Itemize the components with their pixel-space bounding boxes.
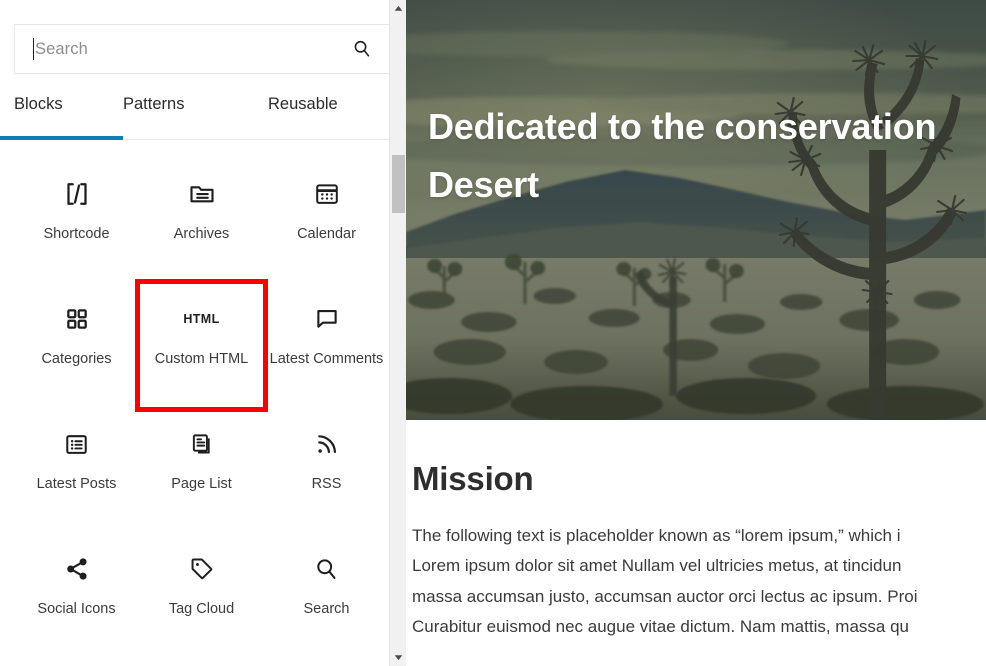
block-item-archives[interactable]: Archives — [139, 158, 264, 283]
section-paragraph[interactable]: The following text is placeholder known … — [409, 521, 986, 642]
block-inserter-panel: Search Blocks Patterns Reusable — [0, 0, 406, 666]
block-label: RSS — [312, 474, 342, 495]
scroll-up-arrow[interactable] — [390, 0, 406, 17]
block-item-rss[interactable]: RSS — [264, 408, 389, 533]
block-label: Custom HTML — [155, 349, 248, 370]
block-label: Tag Cloud — [169, 599, 234, 620]
tag-icon — [188, 547, 216, 591]
tab-blocks[interactable]: Blocks — [0, 96, 123, 140]
search-icon[interactable] — [345, 32, 379, 66]
list-icon — [63, 422, 90, 466]
block-label: Page List — [171, 474, 231, 495]
block-label: Shortcode — [43, 224, 109, 245]
search-icon — [313, 547, 340, 591]
shortcode-icon — [62, 172, 92, 216]
inserter-scrollbar[interactable] — [389, 0, 406, 666]
tab-reusable[interactable]: Reusable — [268, 96, 406, 140]
inserter-tabs: Blocks Patterns Reusable — [0, 96, 406, 140]
hero-cover-block[interactable]: Dedicated to the conservation Desert — [406, 0, 986, 420]
search-placeholder: Search — [35, 41, 345, 58]
hero-heading[interactable]: Dedicated to the conservation Desert — [428, 98, 986, 215]
block-editor-screen: Search Blocks Patterns Reusable — [0, 0, 986, 666]
block-item-custom-html[interactable]: HTML Custom HTML — [139, 283, 264, 408]
content-area: Mission The following text is placeholde… — [406, 420, 986, 642]
block-label: Archives — [174, 224, 230, 245]
search-section: Search — [0, 0, 406, 74]
block-item-calendar[interactable]: Calendar — [264, 158, 389, 283]
block-item-latest-posts[interactable]: Latest Posts — [14, 408, 139, 533]
active-tab-indicator — [0, 136, 123, 140]
block-item-page-list[interactable]: Page List — [139, 408, 264, 533]
categories-icon — [64, 297, 90, 341]
text-caret — [33, 38, 34, 60]
pages-icon — [188, 422, 215, 466]
archives-icon — [187, 172, 217, 216]
calendar-icon — [313, 172, 341, 216]
block-label: Calendar — [297, 224, 356, 245]
html-icon-text: HTML — [183, 312, 219, 326]
rss-icon — [313, 422, 341, 466]
section-heading[interactable]: Mission — [409, 462, 986, 495]
block-label: Latest Comments — [270, 349, 384, 370]
block-grid: Shortcode Archives — [0, 158, 406, 658]
tab-patterns[interactable]: Patterns — [123, 96, 268, 140]
html-icon: HTML — [183, 297, 219, 341]
scroll-down-arrow[interactable] — [390, 649, 406, 666]
scrollbar-thumb[interactable] — [392, 155, 405, 213]
share-icon — [63, 547, 91, 591]
block-item-latest-comments[interactable]: Latest Comments — [264, 283, 389, 408]
block-item-social-icons[interactable]: Social Icons — [14, 533, 139, 658]
comment-icon — [313, 297, 341, 341]
search-input[interactable]: Search — [14, 24, 394, 74]
block-label: Search — [304, 599, 350, 620]
block-item-shortcode[interactable]: Shortcode — [14, 158, 139, 283]
block-item-search[interactable]: Search — [264, 533, 389, 658]
block-label: Latest Posts — [37, 474, 117, 495]
block-item-tag-cloud[interactable]: Tag Cloud — [139, 533, 264, 658]
block-label: Categories — [41, 349, 111, 370]
block-label: Social Icons — [37, 599, 115, 620]
block-item-categories[interactable]: Categories — [14, 283, 139, 408]
page-preview: Dedicated to the conservation Desert Mis… — [406, 0, 986, 666]
